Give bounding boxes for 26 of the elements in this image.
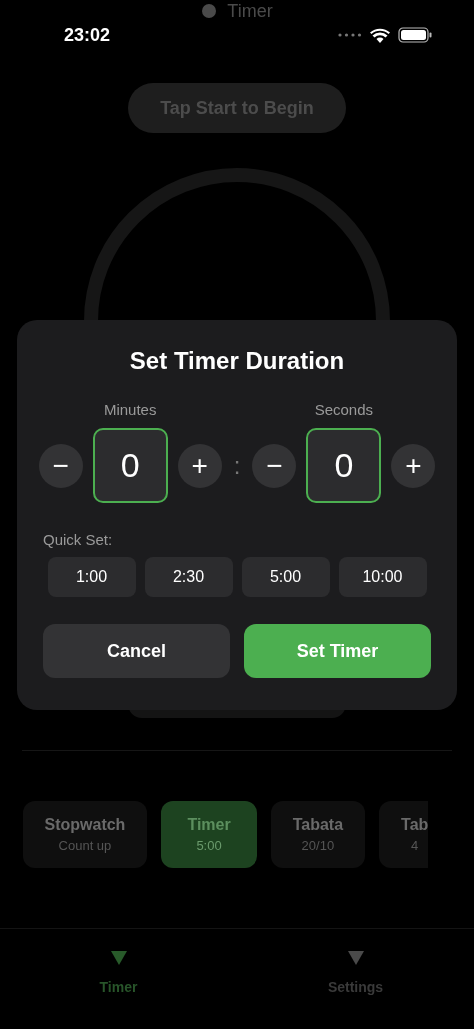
triangle-icon xyxy=(110,951,127,965)
triangle-icon xyxy=(347,951,364,965)
mode-card[interactable]: Tab 4 xyxy=(379,801,428,868)
status-time: 23:02 xyxy=(64,24,111,46)
field-label: Minutes xyxy=(103,401,157,418)
cancel-button[interactable]: Cancel xyxy=(43,624,230,678)
mode-card[interactable]: Stopwatch Count up xyxy=(22,801,148,868)
quick-set-button[interactable]: 2:30 xyxy=(144,557,233,597)
value-field[interactable]: 0 xyxy=(92,428,168,503)
increment-button[interactable]: + xyxy=(391,443,436,488)
value-field[interactable]: 0 xyxy=(306,428,382,503)
mode-card[interactable]: Tabata 20/10 xyxy=(270,801,366,868)
header-title: Timer xyxy=(227,0,273,22)
quick-set-label: Quick Set: xyxy=(43,531,113,548)
decrement-button[interactable]: − xyxy=(252,443,297,488)
wifi-icon xyxy=(370,27,390,43)
quick-set-button[interactable]: 1:00 xyxy=(47,557,136,597)
quick-set-button[interactable]: 5:00 xyxy=(241,557,330,597)
field-label: Seconds xyxy=(314,401,374,418)
time-separator: : xyxy=(232,451,242,481)
battery-icon xyxy=(398,27,432,43)
signal-icon xyxy=(338,33,362,37)
quick-set-button[interactable]: 10:00 xyxy=(338,557,427,597)
decrement-button[interactable]: − xyxy=(38,443,83,488)
dialog-title: Set Timer Duration xyxy=(129,347,345,375)
increment-button[interactable]: + xyxy=(177,443,222,488)
